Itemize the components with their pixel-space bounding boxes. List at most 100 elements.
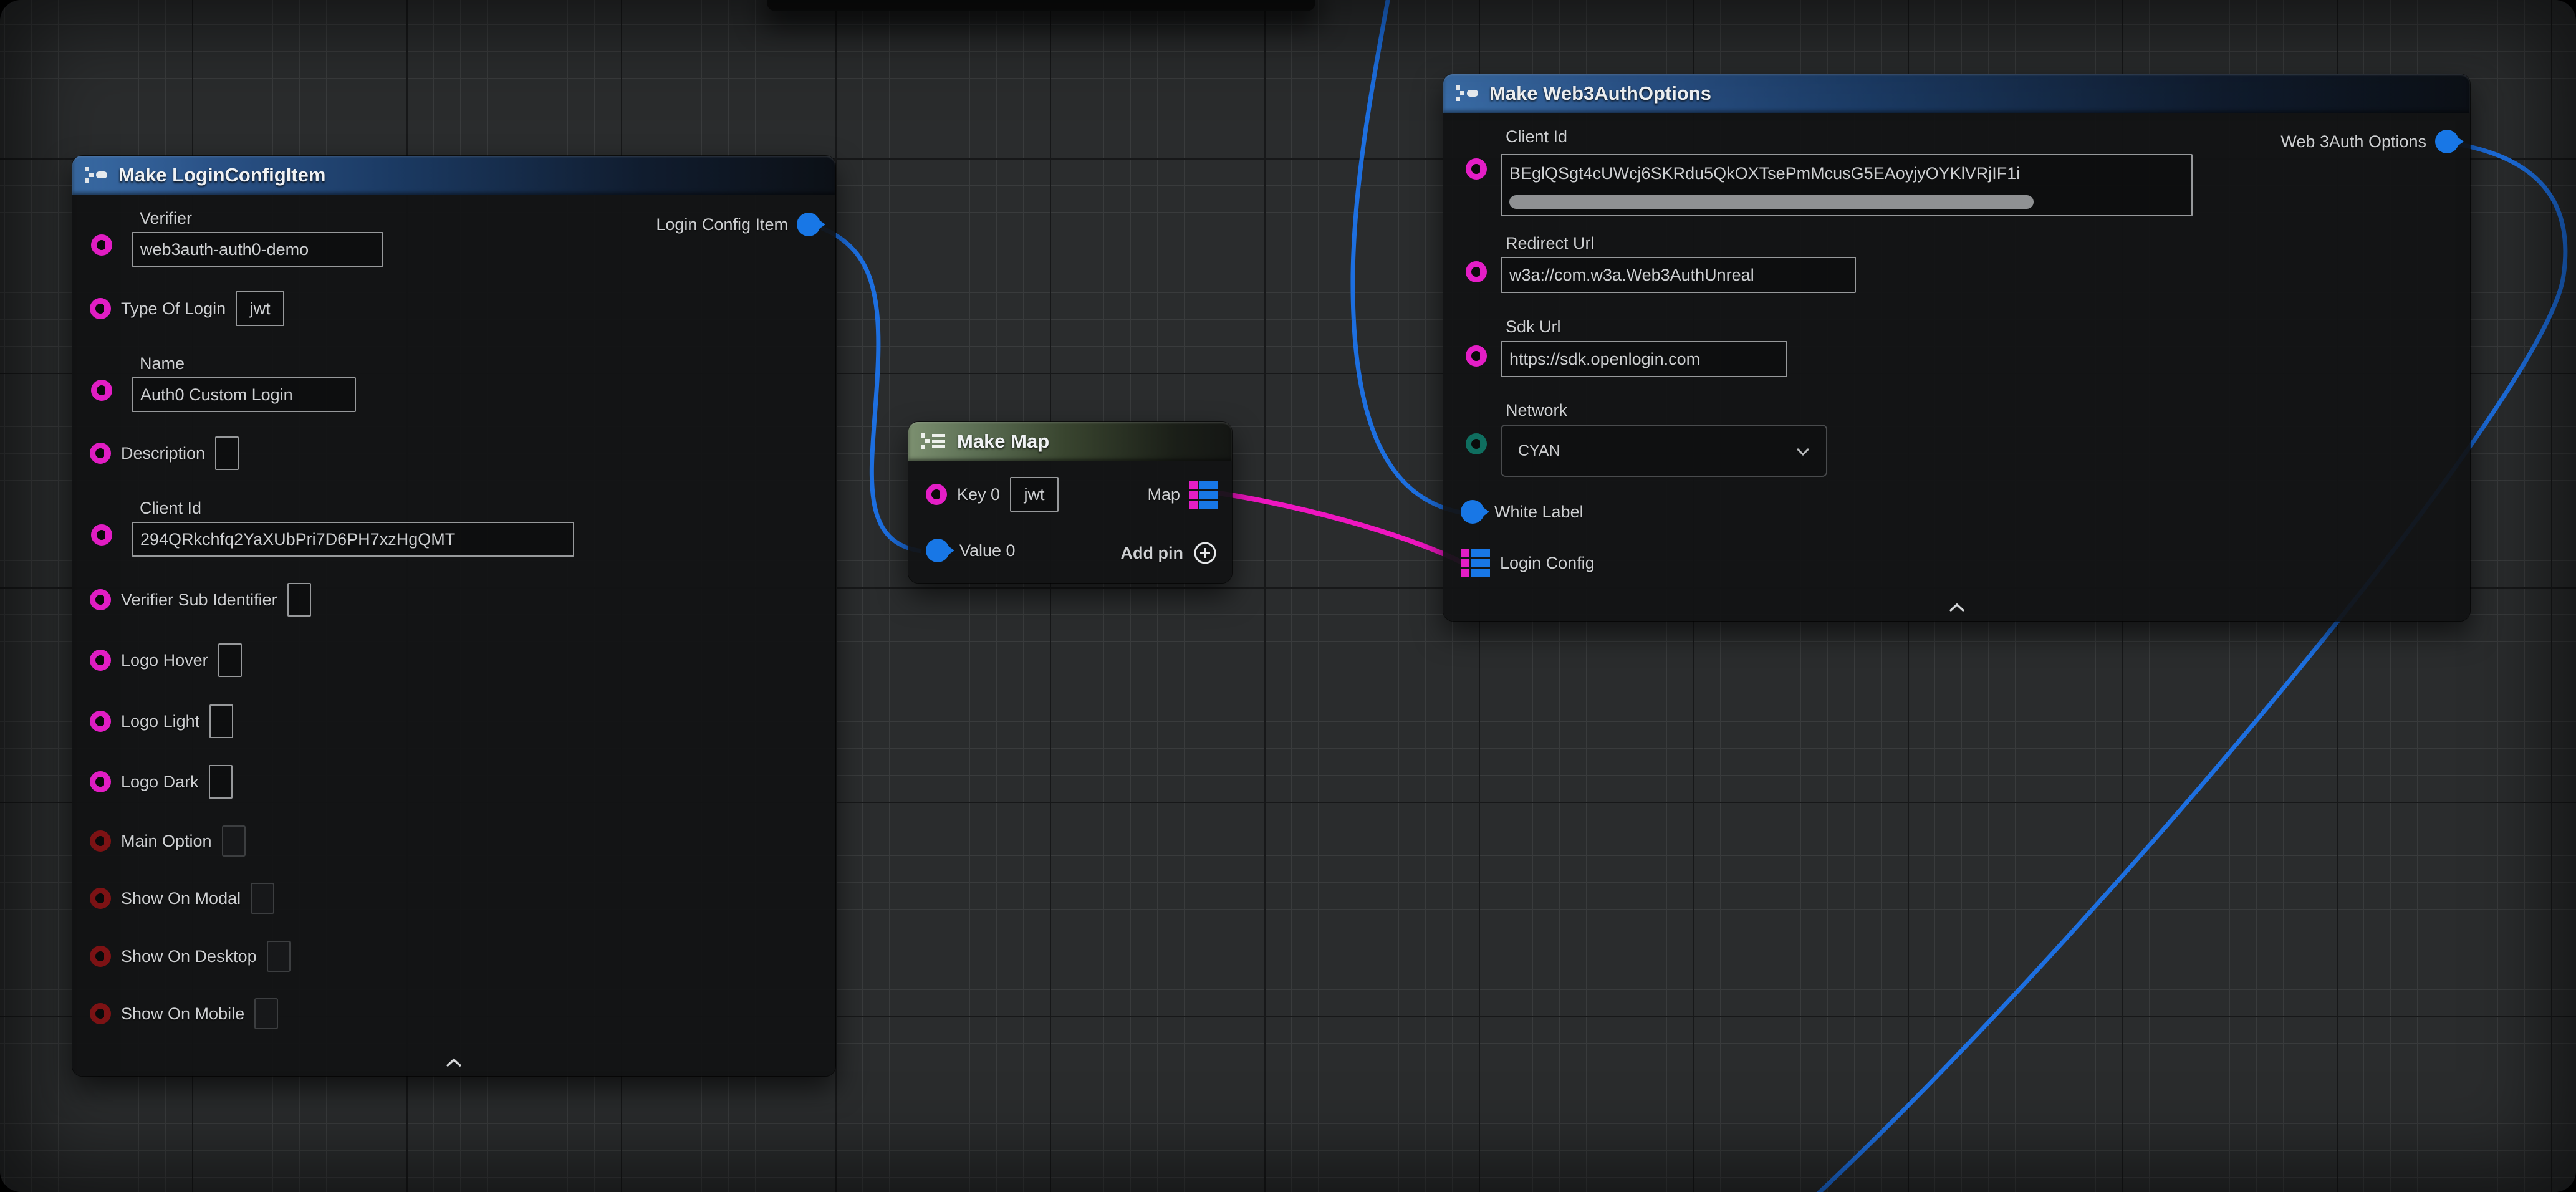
node-make-map: Make Map Key 0 jwt Map Value 0 Add pin	[908, 422, 1232, 583]
pin-show-on-modal[interactable]	[90, 888, 111, 909]
logo-dark-input[interactable]	[209, 765, 233, 799]
node-title: Make Web3AuthOptions	[1489, 82, 1711, 105]
pin-row-logo-dark: Logo Dark	[90, 764, 233, 799]
pin-client-id[interactable]	[91, 524, 112, 546]
node-make-loginconfigitem: Make LoginConfigItem Login Config Item V…	[72, 156, 835, 1076]
pin-key0[interactable]	[926, 484, 947, 505]
client-id-input[interactable]: 294QRkchfq2YaXUbPri7D6PH7xzHgQMT	[132, 522, 574, 557]
pin-label: Redirect Url	[1506, 234, 1595, 253]
pin-row-login-config-item-out: Login Config Item	[656, 207, 820, 242]
pin-row-main-option: Main Option	[90, 824, 246, 858]
main-option-checkbox[interactable]	[222, 825, 246, 857]
pin-logo-hover[interactable]	[90, 650, 111, 671]
pin-label: Show On Modal	[121, 889, 241, 908]
show-on-desktop-checkbox[interactable]	[267, 941, 291, 972]
pin-row-key0: Key 0 jwt	[926, 477, 1059, 512]
pin-web3auth-options-output[interactable]	[2435, 130, 2459, 153]
node-title: Make LoginConfigItem	[118, 164, 325, 186]
pin-label: Verifier	[140, 209, 192, 228]
pin-type-of-login[interactable]	[90, 298, 111, 319]
show-on-modal-checkbox[interactable]	[251, 883, 274, 914]
make-map-icon	[920, 431, 947, 452]
pin-label: Show On Mobile	[121, 1004, 244, 1024]
chevron-up-icon	[445, 1058, 463, 1068]
pin-white-label[interactable]	[1461, 500, 1484, 524]
pin-sdk-url[interactable]	[1466, 345, 1487, 367]
node-make-web3authoptions: Make Web3AuthOptions Web 3Auth Options C…	[1443, 74, 2470, 621]
make-struct-icon	[84, 165, 108, 186]
pin-description[interactable]	[90, 443, 111, 464]
pin-verifier[interactable]	[91, 234, 112, 256]
node-header-make-map[interactable]: Make Map	[908, 422, 1232, 461]
sdk-url-input[interactable]: https://sdk.openlogin.com	[1501, 341, 1787, 377]
pin-label: Main Option	[121, 832, 212, 851]
pin-label: Sdk Url	[1506, 317, 1561, 337]
pin-row-verifier-sub-identifier: Verifier Sub Identifier	[90, 582, 311, 617]
pin-label: Login Config Item	[656, 215, 788, 234]
collapse-button[interactable]	[1946, 601, 1968, 615]
pin-label: Logo Light	[121, 712, 199, 731]
pin-row-login-config: Login Config	[1461, 546, 1595, 580]
key0-input[interactable]: jwt	[1010, 477, 1059, 512]
pin-show-on-mobile[interactable]	[90, 1003, 111, 1024]
pin-row-logo-hover: Logo Hover	[90, 643, 242, 678]
client-id-input[interactable]: BEglQSgt4cUWcj6SKRdu5QkOXTsePmMcusG5EAoy…	[1501, 154, 2193, 216]
network-dropdown[interactable]: CYAN	[1501, 425, 1827, 477]
type-of-login-input[interactable]: jwt	[236, 291, 284, 326]
pin-login-config[interactable]	[1461, 549, 1490, 577]
pin-label: White Label	[1494, 502, 1584, 522]
pin-row-value0: Value 0	[926, 533, 1016, 568]
pin-client-id[interactable]	[1466, 158, 1487, 180]
pin-row-white-label: White Label	[1461, 494, 1584, 529]
add-pin-label: Add pin	[1121, 544, 1183, 563]
collapse-button[interactable]	[443, 1056, 464, 1070]
pin-label: Logo Dark	[121, 772, 199, 792]
offscreen-node-bottom	[767, 0, 1315, 11]
pin-label: Client Id	[140, 499, 201, 518]
logo-hover-input[interactable]	[218, 643, 242, 677]
pin-login-config-item-output[interactable]	[797, 213, 820, 236]
node-header-make-web3authoptions[interactable]: Make Web3AuthOptions	[1443, 74, 2470, 113]
pin-label: Map	[1147, 485, 1180, 504]
pin-label: Type Of Login	[121, 299, 226, 319]
pin-label: Network	[1506, 401, 1567, 420]
blueprint-canvas[interactable]: Make LoginConfigItem Login Config Item V…	[0, 0, 2576, 1192]
pin-network[interactable]	[1466, 433, 1487, 454]
logo-light-input[interactable]	[209, 704, 233, 738]
verifier-sub-identifier-input[interactable]	[287, 583, 311, 617]
add-pin-button[interactable]: Add pin	[1121, 536, 1218, 570]
wire-map-to-login-config[interactable]	[1214, 493, 1463, 563]
pin-row-map-out: Map	[1147, 477, 1218, 512]
pin-map-output[interactable]	[1189, 481, 1218, 509]
pin-label: Key 0	[957, 485, 1000, 504]
pin-row-logo-light: Logo Light	[90, 704, 233, 739]
pin-label: Verifier Sub Identifier	[121, 590, 277, 610]
pin-value0[interactable]	[926, 539, 949, 562]
pin-row-type-of-login: Type Of Login jwt	[90, 291, 284, 326]
chevron-down-icon	[1796, 442, 1810, 460]
node-header-make-loginconfigitem[interactable]: Make LoginConfigItem	[72, 156, 835, 195]
pin-label: Client Id	[1506, 127, 1567, 147]
pin-label: Description	[121, 444, 205, 463]
show-on-mobile-checkbox[interactable]	[254, 998, 278, 1029]
pin-label: Show On Desktop	[121, 947, 257, 966]
description-input[interactable]	[215, 436, 239, 470]
pin-name[interactable]	[91, 380, 112, 401]
pin-row-description: Description	[90, 436, 239, 471]
network-selected-value: CYAN	[1518, 442, 1560, 460]
pin-label: Value 0	[959, 541, 1016, 560]
pin-logo-light[interactable]	[90, 711, 111, 732]
pin-logo-dark[interactable]	[90, 771, 111, 792]
verifier-input[interactable]: web3auth-auth0-demo	[132, 232, 383, 267]
pin-redirect-url[interactable]	[1466, 261, 1487, 282]
pin-main-option[interactable]	[90, 830, 111, 852]
pin-show-on-desktop[interactable]	[90, 946, 111, 967]
pin-verifier-sub-identifier[interactable]	[90, 589, 111, 610]
pin-row-show-on-desktop: Show On Desktop	[90, 939, 291, 974]
pin-label: Web 3Auth Options	[2280, 132, 2426, 151]
redirect-url-input[interactable]: w3a://com.w3a.Web3AuthUnreal	[1501, 257, 1856, 293]
client-id-scrollbar[interactable]	[1509, 195, 2034, 209]
pin-label: Logo Hover	[121, 651, 208, 670]
node-title: Make Map	[957, 430, 1049, 453]
name-input[interactable]: Auth0 Custom Login	[132, 377, 356, 412]
